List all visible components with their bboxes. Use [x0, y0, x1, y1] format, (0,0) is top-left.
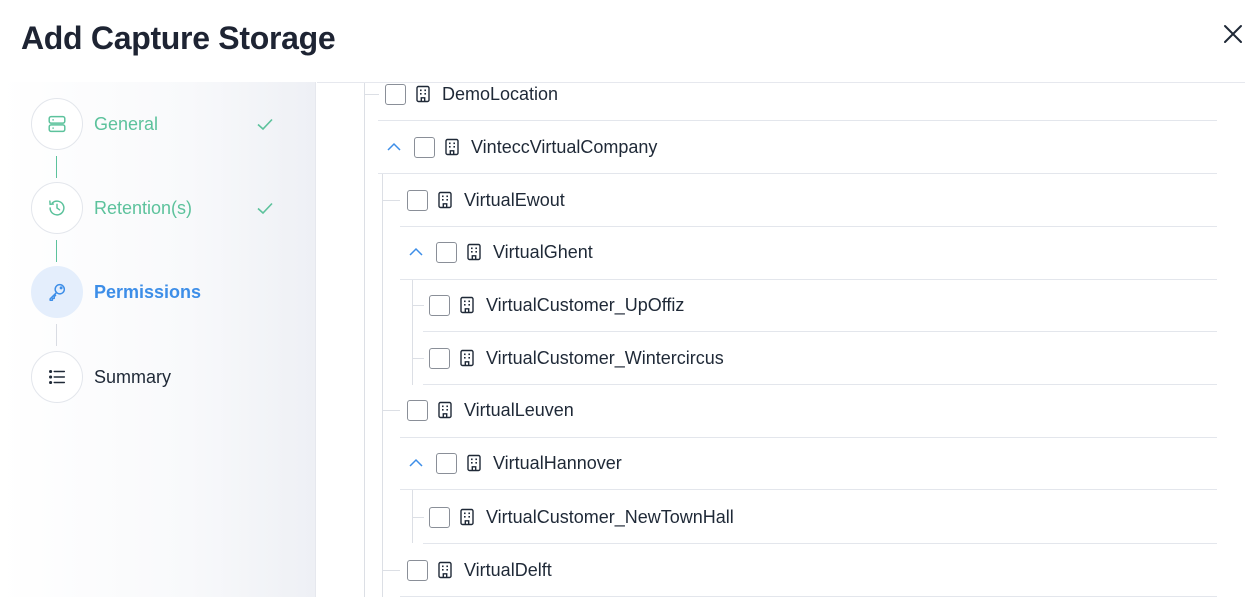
chevron-up-icon[interactable] — [407, 243, 425, 261]
tree-node[interactable]: VirtualHannover — [407, 448, 622, 478]
tree-node[interactable]: DemoLocation — [385, 83, 559, 109]
tree-guide-line — [412, 489, 413, 543]
node-label: VirtualGhent — [493, 241, 593, 262]
building-icon — [445, 138, 459, 156]
node-label: VirtualHannover — [493, 452, 622, 473]
stepper-sidebar: General Retention(s) Permissions Summary — [0, 82, 316, 597]
step-permissions-circle — [31, 266, 83, 318]
tree-node[interactable]: VirtualLeuven — [407, 395, 574, 425]
node-checkbox[interactable] — [436, 241, 457, 263]
history-icon — [49, 200, 65, 216]
node-checkbox[interactable] — [414, 136, 435, 158]
row-divider — [400, 489, 1217, 490]
tree-node[interactable]: VirtualCustomer_NewTownHall — [429, 502, 734, 532]
step-retentions-label: Retention(s) — [94, 197, 193, 218]
building-icon — [416, 85, 430, 103]
node-label: VirtualCustomer_UpOffiz — [486, 294, 685, 315]
tree-node[interactable]: VirtualEwout — [407, 185, 565, 215]
building-icon — [467, 243, 481, 261]
dialog-title: Add Capture Storage — [21, 20, 336, 56]
node-label: VirtualCustomer_NewTownHall — [486, 506, 734, 527]
building-icon — [438, 561, 452, 579]
tree-tick — [382, 570, 400, 571]
chevron-up-icon[interactable] — [385, 138, 403, 156]
permissions-tree: DemoLocation VinteccVirtualCompany Virtu… — [317, 82, 1245, 597]
node-checkbox[interactable] — [429, 506, 450, 528]
node-label: VirtualDelft — [464, 559, 552, 580]
step-retentions-circle — [31, 182, 83, 234]
chevron-up-icon[interactable] — [407, 454, 425, 472]
close-button[interactable] — [1219, 20, 1245, 48]
tree-tick — [364, 94, 379, 95]
check-icon — [257, 202, 273, 215]
tree-tick — [412, 517, 424, 518]
close-icon — [1224, 25, 1242, 43]
node-checkbox[interactable] — [407, 189, 428, 211]
node-checkbox[interactable] — [436, 452, 457, 474]
tree-guide-line — [364, 83, 365, 597]
tree-node[interactable]: VirtualGhent — [407, 237, 593, 267]
row-divider — [423, 543, 1217, 544]
node-label: VirtualCustomer_Wintercircus — [486, 347, 724, 368]
tree-tick — [382, 200, 400, 201]
node-checkbox[interactable] — [407, 399, 428, 421]
step-general-label: General — [94, 113, 159, 134]
tree-node[interactable]: VinteccVirtualCompany — [385, 132, 657, 162]
step-connector — [56, 324, 57, 346]
step-general-circle — [31, 98, 83, 150]
row-divider — [400, 279, 1217, 280]
building-icon — [438, 191, 452, 209]
building-icon — [460, 296, 474, 314]
node-label: DemoLocation — [442, 83, 559, 104]
node-checkbox[interactable] — [407, 559, 428, 581]
building-icon — [467, 454, 481, 472]
node-checkbox[interactable] — [385, 83, 406, 105]
tree-node[interactable]: VirtualCustomer_Wintercircus — [429, 343, 724, 373]
step-general[interactable]: General — [31, 98, 273, 150]
row-divider — [378, 173, 1217, 174]
step-summary[interactable]: Summary — [31, 351, 171, 403]
tree-tick — [382, 410, 400, 411]
step-retentions[interactable]: Retention(s) — [31, 182, 273, 234]
list-icon — [49, 369, 66, 385]
row-divider — [400, 226, 1217, 227]
node-label: VirtualLeuven — [464, 399, 574, 420]
building-icon — [438, 401, 452, 419]
step-connector — [56, 240, 57, 262]
row-divider — [378, 120, 1217, 121]
key-icon — [49, 283, 66, 301]
server-icon — [48, 115, 66, 133]
node-checkbox[interactable] — [429, 294, 450, 316]
row-divider — [423, 331, 1217, 332]
tree-guide-line — [382, 173, 383, 597]
step-permissions[interactable]: Permissions — [31, 266, 201, 318]
node-checkbox[interactable] — [429, 347, 450, 369]
step-connector — [56, 156, 57, 178]
step-permissions-label: Permissions — [94, 281, 202, 302]
tree-node[interactable]: VirtualDelft — [407, 555, 552, 585]
tree-node[interactable]: VirtualCustomer_UpOffiz — [429, 290, 684, 320]
row-divider — [400, 437, 1217, 438]
node-label: VirtualEwout — [464, 189, 565, 210]
check-icon — [257, 118, 273, 131]
step-summary-label: Summary — [94, 366, 172, 387]
building-icon — [460, 508, 474, 526]
building-icon — [460, 349, 474, 367]
step-summary-circle — [31, 351, 83, 403]
row-divider — [423, 384, 1217, 385]
tree-tick — [412, 305, 424, 306]
node-label: VinteccVirtualCompany — [471, 136, 658, 157]
tree-tick — [412, 358, 424, 359]
tree-guide-line — [412, 279, 413, 385]
